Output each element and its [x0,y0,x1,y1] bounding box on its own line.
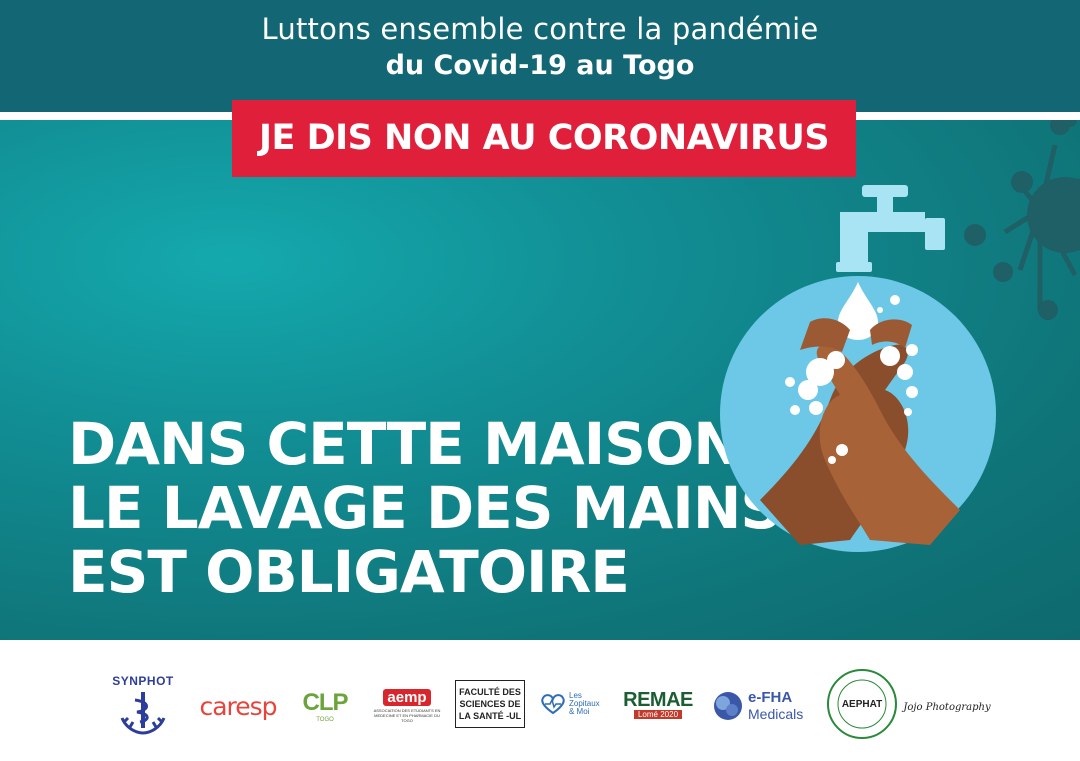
remae-text: REMAE [623,689,693,711]
faucet-icon [836,185,945,272]
virus-icon [964,120,1080,320]
headline-line-2: LE LAVAGE DES MAINS [68,474,782,542]
caresp-logo: caresp [192,690,284,722]
zopitaux-text: Les Zopitaux & Moi [569,691,600,716]
aemp-text: aemp [383,689,431,706]
aephat-text: AEPHAT [841,698,883,710]
faculte-line-2: SCIENCES DE [459,699,521,709]
zopitaux-logo: Les Zopitaux & Moi [540,690,608,718]
jojo-text: Jojo Photography [903,701,991,713]
faculte-line-1: FACULTÉ DES [459,687,521,697]
banner-title-line-1: Luttons ensemble contre la pandémie [261,12,819,46]
efha-emblem-icon [714,692,742,720]
clp-subtext: TOGO [316,717,334,723]
clp-text: CLP [302,689,349,716]
top-banner: Luttons ensemble contre la pandémie du C… [0,0,1080,112]
aemp-logo: aemp ASSOCIATION DES ETUDIANTS EN MEDECI… [370,684,444,728]
remae-logo: REMAE Lomé 2020 [618,680,698,728]
efha-subtext: Medicals [748,706,804,722]
heart-icon [541,694,565,715]
synphot-logo: SYNPHOT [110,670,176,736]
clp-logo: CLP TOGO [302,678,349,734]
slogan-banner: JE DIS NON AU CORONAVIRUS [232,100,856,177]
faculte-sciences-sante-logo: FACULTÉ DES SCIENCES DE LA SANTÉ -UL [455,680,525,728]
handwashing-illustration [720,120,1080,552]
efha-logo: e-FHA Medicals [712,686,816,726]
jojo-photography-logo: Jojo Photography [903,694,990,720]
headline: DANS CETTE MAISON, LE LAVAGE DES MAINS E… [68,410,782,606]
aemp-subtext: ASSOCIATION DES ETUDIANTS EN MEDECINE ET… [373,708,441,723]
efha-text: e-FHA [748,689,793,706]
caresp-text: caresp [199,691,277,721]
headline-line-1: DANS CETTE MAISON, [68,410,763,478]
partners-footer: SYNPHOT caresp CLP TOGO aemp ASSOCIATION… [0,640,1080,761]
headline-line-3: EST OBLIGATOIRE [68,538,630,606]
synphot-text: SYNPHOT [112,674,174,688]
remae-subtext: Lomé 2020 [633,710,683,719]
faculte-line-3: LA SANTÉ -UL [458,711,522,721]
aephat-logo: AEPHAT [826,668,898,740]
banner-title-line-2: du Covid-19 au Togo [385,50,695,81]
